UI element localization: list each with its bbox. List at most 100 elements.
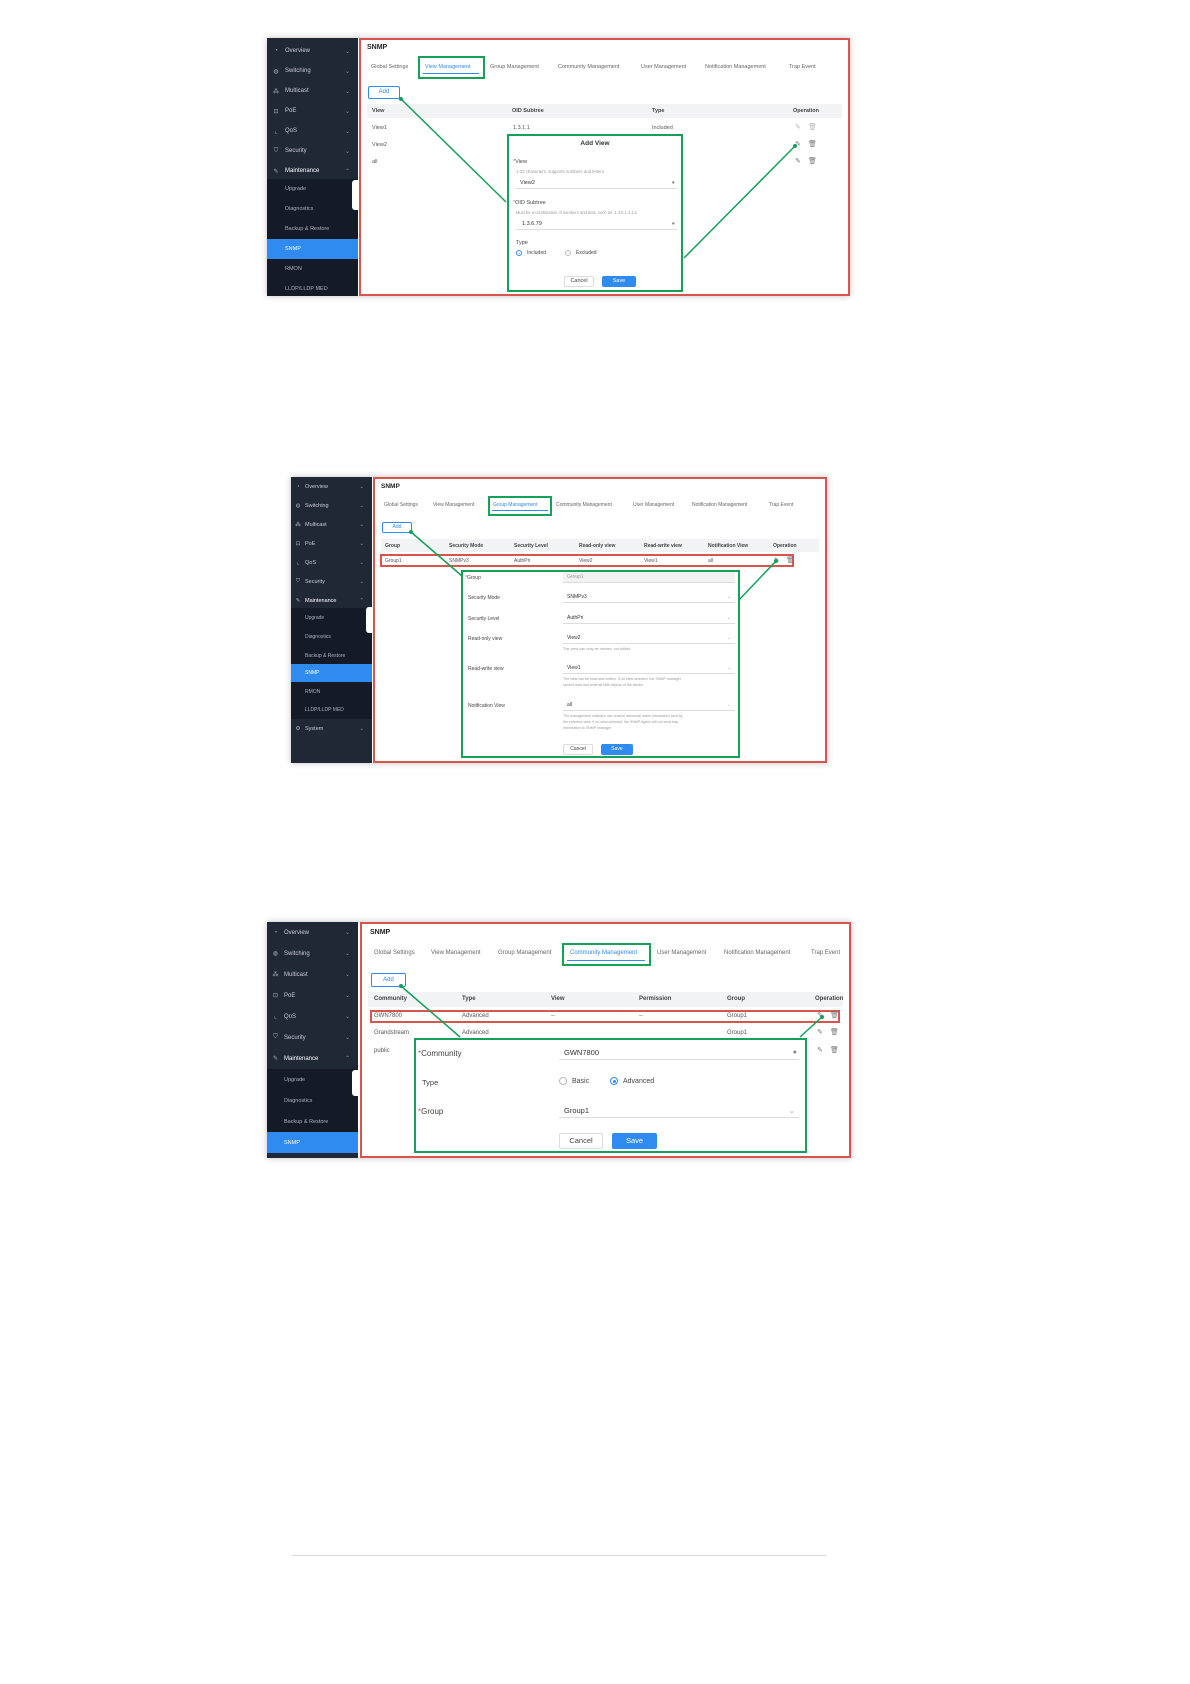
sidebar-item-qos[interactable]: ⌞ QoS ⌄ bbox=[267, 121, 358, 141]
view-input[interactable]: View2 ● bbox=[516, 177, 677, 189]
sidebar-item-upgrade[interactable]: Upgrade bbox=[267, 1069, 358, 1090]
tab-notification-management[interactable]: Notification Management bbox=[692, 502, 747, 508]
sidebar-item-poe[interactable]: ⊡ PoE ⌄ bbox=[291, 534, 372, 553]
sidebar-item-maintenance[interactable]: ✎ Maintenance ⌃ bbox=[267, 1048, 358, 1069]
security-level-select[interactable]: AuthPri ⌄ bbox=[563, 613, 735, 624]
group-select[interactable]: Group1 ⌄ bbox=[559, 1103, 799, 1118]
sidebar-item-switching[interactable]: ◍ Switching ⌄ bbox=[291, 496, 372, 515]
notification-view-select[interactable]: all ⌄ bbox=[563, 700, 735, 711]
sidebar-item-lldp[interactable]: LLDP/LLDP MED bbox=[291, 701, 372, 719]
tab-group-management[interactable]: Group Management bbox=[490, 64, 539, 70]
tab-user-management[interactable]: User Management bbox=[657, 950, 706, 956]
sidebar-collapse-handle[interactable] bbox=[352, 1070, 358, 1096]
sidebar-item-overview[interactable]: ◔ Overview ⌄ bbox=[267, 922, 358, 943]
oid-input[interactable]: 1.3.6.79 ● bbox=[516, 218, 677, 230]
trash-icon[interactable]: 🗑︎ bbox=[808, 123, 817, 131]
edit-icon[interactable]: ✎ bbox=[774, 556, 779, 564]
clear-circle-icon[interactable]: ● bbox=[672, 218, 675, 230]
trash-icon[interactable]: 🗑︎ bbox=[830, 1028, 839, 1036]
sidebar-item-backup-restore[interactable]: Backup & Restore bbox=[267, 1111, 358, 1132]
edit-icon[interactable]: ✎ bbox=[795, 123, 801, 131]
save-button[interactable]: Save bbox=[601, 744, 633, 755]
trash-icon[interactable]: 🗑︎ bbox=[808, 157, 817, 165]
add-button[interactable]: Add bbox=[371, 973, 406, 987]
sidebar-item-poe[interactable]: ⊡ PoE ⌄ bbox=[267, 985, 358, 1006]
edit-icon[interactable]: ✎ bbox=[795, 140, 801, 148]
tab-trap-event[interactable]: Trap Event bbox=[811, 950, 840, 956]
cancel-button[interactable]: Cancel bbox=[559, 1133, 603, 1149]
radio-basic[interactable]: Basic bbox=[559, 1077, 589, 1085]
tab-global-settings[interactable]: Global Settings bbox=[384, 502, 418, 508]
radio-excluded[interactable]: Excluded bbox=[565, 250, 597, 256]
tab-notification-management[interactable]: Notification Management bbox=[724, 950, 790, 956]
read-only-view-select[interactable]: View2 ⌄ bbox=[563, 633, 735, 644]
sidebar-item-snmp[interactable]: SNMP bbox=[267, 1132, 358, 1153]
tab-notification-management[interactable]: Notification Management bbox=[705, 64, 766, 70]
sidebar-item-backup-restore[interactable]: Backup & Restore bbox=[267, 219, 358, 239]
radio-included[interactable]: Included bbox=[516, 250, 546, 256]
sidebar-item-switching[interactable]: ◍ Switching ⌄ bbox=[267, 61, 358, 81]
read-write-view-select[interactable]: View1 ⌄ bbox=[563, 663, 735, 674]
sidebar-item-snmp[interactable]: SNMP bbox=[291, 664, 372, 682]
tab-view-management[interactable]: View Management bbox=[431, 950, 481, 956]
sidebar-item-security[interactable]: ⛉ Security ⌄ bbox=[267, 1027, 358, 1048]
security-mode-select[interactable]: SNMPv3 ⌄ bbox=[563, 592, 735, 603]
sidebar-item-system[interactable]: ⚙ System ⌄ bbox=[291, 719, 372, 738]
tab-trap-event[interactable]: Trap Event bbox=[789, 64, 816, 70]
tab-global-settings[interactable]: Global Settings bbox=[374, 950, 415, 956]
sidebar-item-upgrade[interactable]: Upgrade bbox=[267, 179, 358, 199]
tab-view-management[interactable]: View Management bbox=[433, 502, 474, 508]
sidebar-item-rmon[interactable]: RMON bbox=[267, 259, 358, 279]
edit-icon[interactable]: ✎ bbox=[795, 157, 801, 165]
sidebar-item-security[interactable]: ⛉ Security ⌄ bbox=[291, 572, 372, 591]
trash-icon[interactable]: 🗑︎ bbox=[808, 140, 817, 148]
community-input[interactable]: GWN7800 ● bbox=[559, 1045, 799, 1060]
sidebar-item-qos[interactable]: ⌞ QoS ⌄ bbox=[291, 553, 372, 572]
tab-trap-event[interactable]: Trap Event bbox=[769, 502, 793, 508]
sidebar-item-overview[interactable]: ◔ Overview ⌄ bbox=[267, 41, 358, 61]
tab-group-management[interactable]: Group Management bbox=[498, 950, 551, 956]
tab-user-management[interactable]: User Management bbox=[633, 502, 674, 508]
read-write-view-hint: The view can be read and written. If no … bbox=[563, 677, 681, 681]
sidebar-item-poe[interactable]: ⊡ PoE ⌄ bbox=[267, 101, 358, 121]
sidebar-item-multicast[interactable]: ⁂ Multicast ⌄ bbox=[267, 964, 358, 985]
trash-icon[interactable]: 🗑︎ bbox=[830, 1046, 839, 1054]
add-button[interactable]: Add bbox=[382, 522, 412, 533]
clear-circle-icon[interactable]: ● bbox=[672, 177, 675, 189]
sidebar-item-backup-restore[interactable]: Backup & Restore bbox=[291, 646, 372, 665]
chevron-down-icon: ⌄ bbox=[359, 521, 364, 528]
edit-icon[interactable]: ✎ bbox=[817, 1028, 823, 1036]
edit-icon[interactable]: ✎ bbox=[817, 1046, 823, 1054]
trash-icon[interactable]: 🗑︎ bbox=[830, 1011, 839, 1019]
sidebar-item-qos[interactable]: ⌞ QoS ⌄ bbox=[267, 1006, 358, 1027]
sidebar-item-security[interactable]: ⛉ Security ⌄ bbox=[267, 141, 358, 161]
sidebar-item-overview[interactable]: ◔ Overview ⌄ bbox=[291, 477, 372, 496]
sidebar-item-lldp[interactable]: LLDP/LLDP MED bbox=[267, 279, 358, 296]
clear-circle-icon[interactable]: ● bbox=[793, 1045, 797, 1060]
sidebar-item-maintenance[interactable]: ✎ Maintenance ⌃ bbox=[267, 161, 358, 181]
tab-community-management[interactable]: Community Management bbox=[556, 502, 612, 508]
sidebar-item-diagnostics[interactable]: Diagnostics bbox=[291, 627, 372, 646]
sidebar-item-snmp[interactable]: SNMP bbox=[267, 239, 358, 259]
save-button[interactable]: Save bbox=[612, 1133, 657, 1149]
sidebar-collapse-handle[interactable] bbox=[352, 180, 358, 210]
sidebar-item-multicast[interactable]: ⁂ Multicast ⌄ bbox=[291, 515, 372, 534]
tab-community-management[interactable]: Community Management bbox=[558, 64, 619, 70]
sidebar-item-switching[interactable]: ◍ Switching ⌄ bbox=[267, 943, 358, 964]
add-button[interactable]: Add bbox=[368, 86, 400, 99]
save-button[interactable]: Save bbox=[602, 276, 636, 287]
sidebar-item-upgrade[interactable]: Upgrade bbox=[291, 608, 372, 627]
trash-icon[interactable]: 🗑︎ bbox=[786, 556, 794, 564]
edit-icon[interactable]: ✎ bbox=[817, 1011, 823, 1019]
radio-advanced[interactable]: Advanced bbox=[610, 1077, 654, 1085]
sidebar-collapse-handle[interactable] bbox=[366, 607, 372, 633]
cancel-button[interactable]: Cancel bbox=[563, 744, 593, 755]
tab-user-management[interactable]: User Management bbox=[641, 64, 686, 70]
sidebar-item-diagnostics[interactable]: Diagnostics bbox=[267, 199, 358, 219]
chevron-down-icon: ⌄ bbox=[344, 148, 350, 155]
sidebar-item-multicast[interactable]: ⁂ Multicast ⌄ bbox=[267, 81, 358, 101]
sidebar-item-diagnostics[interactable]: Diagnostics bbox=[267, 1090, 358, 1111]
tab-global-settings[interactable]: Global Settings bbox=[371, 64, 408, 70]
sidebar-item-rmon[interactable]: RMON bbox=[291, 682, 372, 701]
cancel-button[interactable]: Cancel bbox=[564, 276, 594, 287]
